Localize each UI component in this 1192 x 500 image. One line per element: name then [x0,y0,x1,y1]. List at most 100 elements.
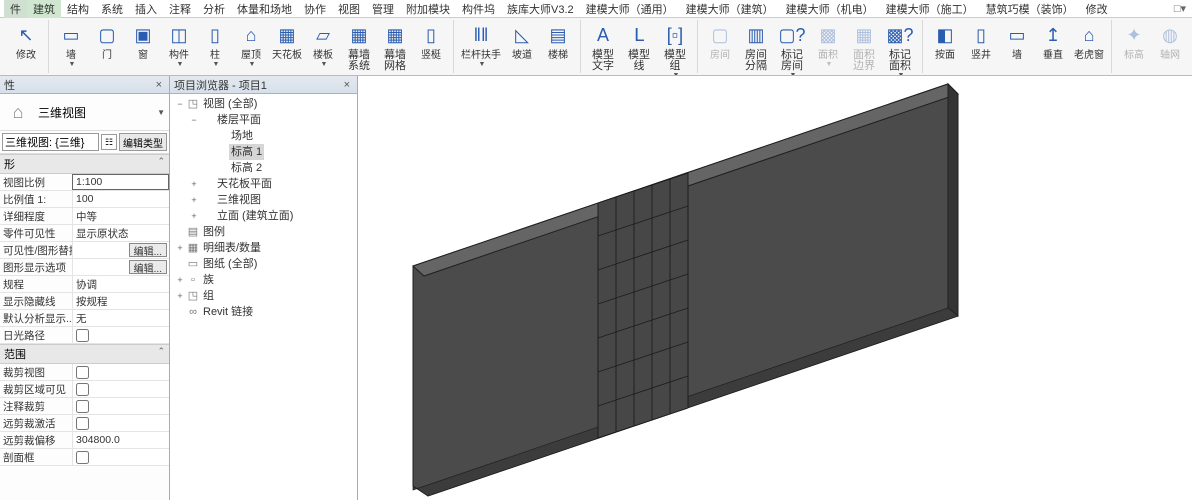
property-value[interactable]: 中等 [72,208,169,224]
property-edit-button[interactable]: 编辑... [129,243,167,257]
menu-item-jm-general[interactable]: 建模大师（通用） [580,0,680,18]
menu-item-massing[interactable]: 体量和场地 [231,0,298,18]
property-row[interactable]: 默认分析显示...无 [0,310,169,327]
menu-item-architecture[interactable]: 建筑 [27,0,61,18]
property-value[interactable]: 按规程 [72,293,169,309]
model-text-button[interactable]: A模型文字 [585,20,621,76]
menu-item-view[interactable]: 视图 [332,0,366,18]
type-mini-button[interactable]: ☷ [101,134,117,150]
property-value[interactable] [72,415,169,431]
property-row[interactable]: 裁剪区域可见 [0,381,169,398]
menu-item-annotate[interactable]: 注释 [163,0,197,18]
door-button[interactable]: ▢门 [89,20,125,73]
tree-label[interactable]: 明细表/数量 [201,240,263,256]
tree-label[interactable]: 标高 1 [229,144,264,160]
menu-item-hz[interactable]: 慧筑巧模（装饰） [980,0,1080,18]
ref-plane-button[interactable]: ◫参照平面 [1188,20,1192,73]
property-value[interactable]: 1:100 [72,174,169,190]
ribbon-fold-icon[interactable]: □▾ [1168,2,1192,15]
by-face-button[interactable]: ◧按面 [927,20,963,62]
plus-icon[interactable]: + [174,288,186,304]
minus-icon[interactable]: − [188,112,200,128]
property-row[interactable]: 规程协调 [0,276,169,293]
property-value[interactable]: 显示原状态 [72,225,169,241]
railing-button[interactable]: ‖‖栏杆扶手▼ [458,20,504,69]
browser-title-bar[interactable]: 项目浏览器 - 项目1 × [170,76,357,94]
property-row[interactable]: 日光路径 [0,327,169,344]
tree-label[interactable]: 图例 [201,224,227,240]
close-icon[interactable]: × [341,79,353,91]
vertical-button[interactable]: ↥垂直 [1035,20,1071,62]
room-separator-button[interactable]: ▥房间分隔 [738,20,774,76]
menu-item-jm-mep[interactable]: 建模大师（机电） [780,0,880,18]
wall-button[interactable]: ▭墙▼ [53,20,89,73]
plus-icon[interactable]: + [188,176,200,192]
curtain-system-button[interactable]: ▦幕墙系统 [341,20,377,73]
tree-node[interactable]: ▤图例 [172,224,355,240]
menu-item-jm-arch[interactable]: 建模大师（建筑） [680,0,780,18]
property-checkbox[interactable] [76,366,89,379]
menu-item-modify[interactable]: 修改 [1080,0,1114,18]
menu-item-manage[interactable]: 管理 [366,0,400,18]
tree-node[interactable]: +▦明细表/数量 [172,240,355,256]
property-checkbox[interactable] [76,400,89,413]
close-icon[interactable]: × [153,79,165,91]
properties-header[interactable]: ⌂ 三维视图 ▼ [0,94,169,130]
tree-label[interactable]: 标高 2 [229,160,264,176]
plus-icon[interactable]: + [174,272,186,288]
tree-label[interactable]: 楼层平面 [215,112,263,128]
curtain-grid-button[interactable]: ▦幕墙网格 [377,20,413,73]
tree-label[interactable]: 场地 [229,128,255,144]
model-line-button[interactable]: ᒪ模型线 [621,20,657,76]
shaft-button[interactable]: ▯竖井 [963,20,999,62]
stair-button[interactable]: ▤楼梯 [540,20,576,69]
property-row[interactable]: 比例值 1:100 [0,191,169,208]
property-row[interactable]: 裁剪视图 [0,364,169,381]
property-checkbox[interactable] [76,383,89,396]
roof-button[interactable]: ⌂屋顶▼ [233,20,269,73]
property-value[interactable]: 协调 [72,276,169,292]
tree-label[interactable]: 三维视图 [215,192,263,208]
type-combo[interactable]: 三维视图: {三维} [2,133,99,151]
property-value[interactable] [72,364,169,380]
tree-node[interactable]: +立面 (建筑立面) [172,208,355,224]
property-checkbox[interactable] [76,451,89,464]
component-button[interactable]: ◫构件▼ [161,20,197,73]
property-value[interactable] [72,381,169,397]
property-value[interactable] [72,398,169,414]
wall-opening-button[interactable]: ▭墙 [999,20,1035,62]
menu-item-zuku[interactable]: 族库大师V3.2 [501,0,580,18]
window-button[interactable]: ▣窗 [125,20,161,73]
property-value[interactable]: 304800.0 [72,432,169,448]
menu-item-structure[interactable]: 结构 [61,0,95,18]
property-value[interactable]: 100 [72,191,169,207]
tree-node[interactable]: 场地 [172,128,355,144]
area-boundary-button[interactable]: ▦面积边界 [846,20,882,76]
tree-node[interactable]: +天花板平面 [172,176,355,192]
menu-item-jm-const[interactable]: 建模大师（施工） [880,0,980,18]
section-graphics[interactable]: 形⌃ [0,154,169,174]
menu-item-analyze[interactable]: 分析 [197,0,231,18]
tree-node[interactable]: +◳组 [172,288,355,304]
edit-type-button[interactable]: 编辑类型 [119,133,167,151]
area-button[interactable]: ▩面积▼ [810,20,846,76]
viewport-3d[interactable] [358,76,1192,500]
menu-item-goujianwu[interactable]: 构件坞 [456,0,501,18]
menu-item-addins[interactable]: 附加模块 [400,0,456,18]
menu-left-tab[interactable]: 件 [4,0,27,18]
property-row[interactable]: 可见性/图形替换编辑... [0,242,169,259]
property-row[interactable]: 远剪裁激活 [0,415,169,432]
tree-node[interactable]: 标高 2 [172,160,355,176]
tree-label[interactable]: 族 [201,272,216,288]
tree-label[interactable]: 组 [201,288,216,304]
tag-area-button[interactable]: ▩?标记面积▼ [882,20,918,76]
modify-button[interactable]: ↖ 修改 [8,20,44,62]
property-row[interactable]: 远剪裁偏移304800.0 [0,432,169,449]
property-value[interactable] [72,449,169,465]
tree-node[interactable]: +三维视图 [172,192,355,208]
menu-item-insert[interactable]: 插入 [129,0,163,18]
property-row[interactable]: 详细程度中等 [0,208,169,225]
tree-label[interactable]: 视图 (全部) [201,96,259,112]
property-row[interactable]: 零件可见性显示原状态 [0,225,169,242]
tree-label[interactable]: 立面 (建筑立面) [215,208,295,224]
